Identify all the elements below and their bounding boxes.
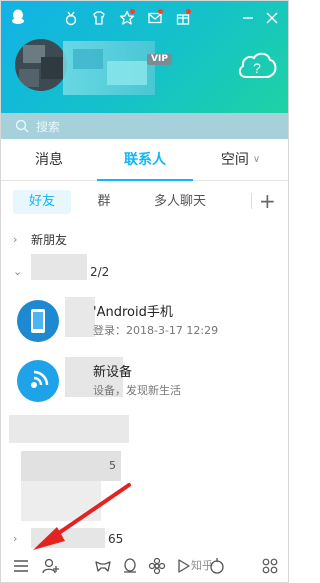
- nickname-blurred: [63, 41, 155, 95]
- chevron-down-icon: ∨: [252, 154, 261, 165]
- new-device-avatar: [17, 360, 59, 402]
- group-count: 65: [108, 532, 124, 546]
- notification-dot: [158, 9, 163, 14]
- group-count: 2/2: [90, 265, 110, 279]
- tab-messages[interactable]: 消息: [1, 139, 97, 181]
- game-icon[interactable]: [91, 554, 115, 578]
- close-icon[interactable]: [260, 8, 284, 28]
- chevron-right-icon: ›: [13, 531, 18, 545]
- notification-dot: [130, 9, 135, 14]
- main-tabs: 消息 联系人 空间 ∨: [1, 139, 288, 181]
- minimize-icon[interactable]: [236, 8, 260, 28]
- phone-device-avatar: [17, 300, 59, 342]
- contact-subtitle: 登录：2018-3-17 12:29: [93, 324, 219, 337]
- header-toolbar: [57, 8, 197, 28]
- blurred-row: [21, 451, 121, 481]
- flower-icon[interactable]: [145, 554, 169, 578]
- contacts-subtabs: 好友 群 多人聊天 +: [1, 182, 288, 220]
- avatar[interactable]: [15, 39, 67, 91]
- contact-name-blurred: [65, 297, 95, 337]
- blurred-row: [21, 481, 101, 521]
- medal-icon[interactable]: [57, 8, 85, 28]
- list-item[interactable]: 新设备 设备，发现新生活: [1, 355, 288, 405]
- divider: [251, 193, 252, 209]
- tab-space[interactable]: 空间 ∨: [193, 139, 288, 181]
- subtab-friends[interactable]: 好友: [13, 190, 71, 214]
- add-button[interactable]: +: [259, 188, 276, 214]
- row-count: 5: [109, 459, 116, 472]
- group-label: 新朋友: [31, 232, 68, 247]
- apps-icon[interactable]: [258, 554, 282, 578]
- gift-icon[interactable]: [169, 8, 197, 28]
- tab-contacts[interactable]: 联系人: [97, 139, 193, 181]
- group-new-friends[interactable]: › 新朋友: [1, 227, 288, 251]
- bottom-toolbar: [1, 549, 288, 582]
- blurred-row: [9, 415, 129, 443]
- profile-header: VIP ?: [1, 1, 288, 113]
- star-icon[interactable]: [113, 8, 141, 28]
- tab-space-label: 空间: [220, 152, 249, 168]
- chevron-right-icon: ›: [13, 232, 18, 246]
- contact-subtitle: 设备，发现新生活: [93, 384, 181, 397]
- subtab-groups[interactable]: 群: [81, 190, 127, 214]
- contact-name: 'Android手机: [93, 305, 173, 320]
- search-placeholder: 搜索: [36, 119, 61, 134]
- group-name-blurred: [31, 528, 105, 548]
- search-icon: [15, 119, 29, 133]
- contact-name: 新设备: [93, 365, 133, 380]
- mail-icon[interactable]: [141, 8, 169, 28]
- chevron-down-icon: ⌄: [13, 264, 23, 278]
- watermark-text: 知乎: [191, 559, 213, 572]
- notification-dot: [186, 9, 191, 14]
- vip-badge[interactable]: VIP: [147, 54, 172, 65]
- weather-cloud-icon[interactable]: ?: [236, 49, 278, 81]
- window-controls: [236, 8, 284, 28]
- group-name-blurred: [31, 254, 87, 280]
- penguin-icon[interactable]: [118, 554, 142, 578]
- add-contact-icon[interactable]: [39, 554, 63, 578]
- active-tab-indicator: [97, 179, 193, 181]
- search-bar[interactable]: 搜索: [1, 113, 288, 139]
- subtab-multichat[interactable]: 多人聊天: [141, 190, 219, 214]
- list-item[interactable]: 'Android手机 登录：2018-3-17 12:29: [1, 295, 288, 345]
- qq-main-window: VIP ? 搜索 消息 联系人 空间∨ 好友 群 多人聊天 + › 新朋友 ⌄: [0, 0, 289, 583]
- qq-logo-icon: [12, 9, 24, 24]
- tshirt-icon[interactable]: [85, 8, 113, 28]
- menu-icon[interactable]: [9, 554, 33, 578]
- svg-text:?: ?: [253, 60, 261, 76]
